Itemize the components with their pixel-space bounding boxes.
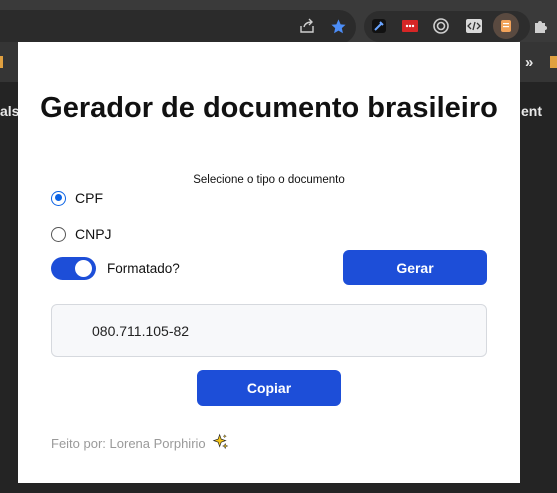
bookmark-folder-icon bbox=[550, 56, 557, 68]
target-icon[interactable] bbox=[428, 13, 454, 39]
red-dots-icon[interactable] bbox=[397, 13, 423, 39]
generate-button[interactable]: Gerar bbox=[343, 250, 487, 285]
toggle-knob bbox=[75, 260, 92, 277]
sparkles-icon bbox=[212, 433, 229, 453]
page-title: Gerador de documento brasileiro bbox=[40, 92, 498, 124]
radio-cnpj[interactable]: CNPJ bbox=[51, 226, 112, 242]
code-icon[interactable] bbox=[461, 13, 487, 39]
share-icon[interactable] bbox=[294, 13, 320, 39]
footer: Feito por: Lorena Porphirio bbox=[51, 433, 229, 453]
document-output-value: 080.711.105-82 bbox=[92, 322, 190, 339]
radio-button[interactable] bbox=[51, 190, 66, 206]
background-text-right: ent bbox=[521, 103, 542, 119]
extension-popup: Gerador de documento brasileiro Selecion… bbox=[18, 42, 520, 483]
puzzle-icon[interactable] bbox=[528, 13, 554, 39]
radio-label-cpf: CPF bbox=[75, 190, 103, 206]
formatted-toggle-label: Formatado? bbox=[107, 261, 180, 276]
document-output-field[interactable]: 080.711.105-82 bbox=[51, 304, 487, 357]
browser-toolbar bbox=[0, 0, 557, 44]
subtitle: Selecione o tipo o documento bbox=[193, 174, 345, 186]
eyedropper-icon[interactable] bbox=[366, 13, 392, 39]
radio-label-cnpj: CNPJ bbox=[75, 226, 112, 242]
bookmark-folder-icon bbox=[0, 56, 3, 68]
star-icon[interactable] bbox=[325, 13, 351, 39]
radio-button[interactable] bbox=[51, 226, 66, 242]
radio-cpf[interactable]: CPF bbox=[51, 190, 103, 206]
orange-page-icon[interactable] bbox=[493, 13, 519, 39]
formatted-toggle[interactable] bbox=[51, 257, 96, 280]
background-text-left: als bbox=[0, 103, 20, 119]
copy-button[interactable]: Copiar bbox=[197, 370, 341, 406]
bookmarks-overflow-button[interactable]: » bbox=[525, 54, 533, 71]
footer-text: Feito por: Lorena Porphirio bbox=[51, 435, 206, 451]
